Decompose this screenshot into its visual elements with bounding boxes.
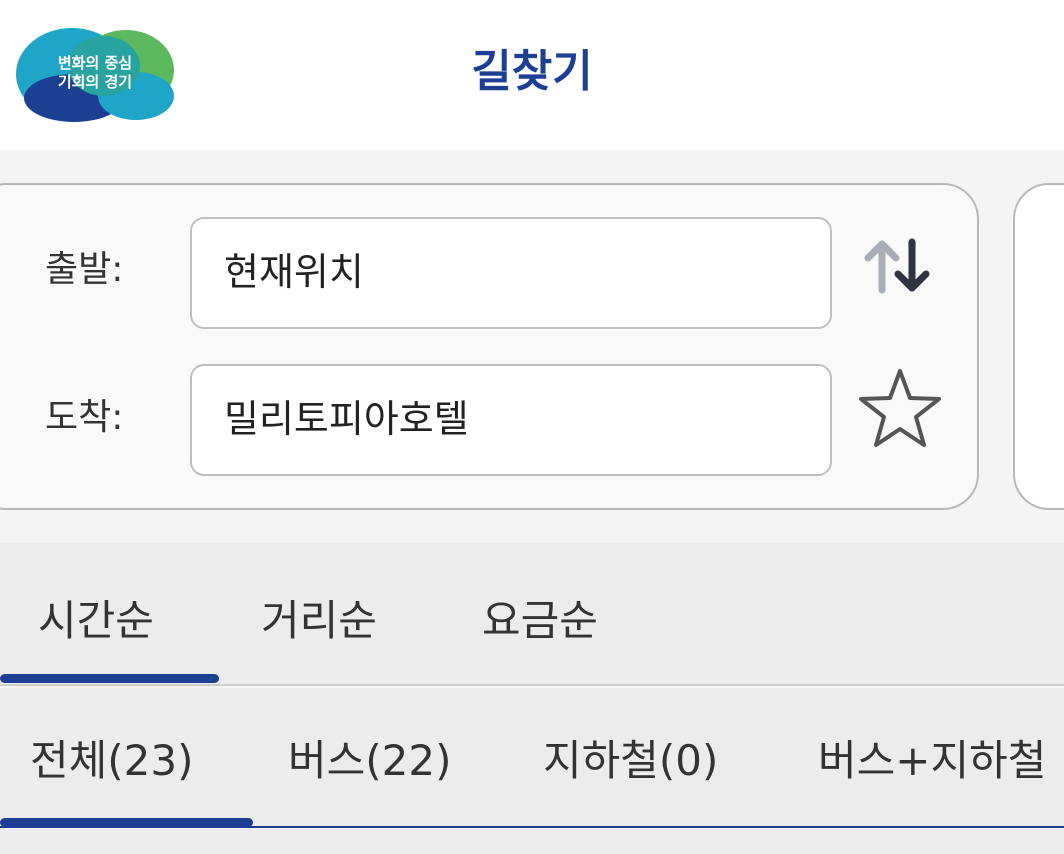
filter-tab-bus[interactable]: 버스(22) (288, 733, 452, 789)
star-outline-icon (859, 369, 941, 447)
filter-tab-all[interactable]: 전체(23) (30, 733, 194, 789)
origin-input[interactable]: 현재위치 (190, 217, 832, 329)
results-area (0, 829, 1064, 854)
swap-button[interactable] (862, 236, 934, 300)
origin-label: 출발: (45, 249, 124, 290)
filter-tab-subway[interactable]: 지하철(0) (543, 733, 718, 789)
sort-tab-fare[interactable]: 요금순 (482, 593, 598, 649)
destination-label: 도착: (45, 397, 124, 438)
sort-tab-bar: 시간순 거리순 요금순 (0, 543, 1064, 686)
sort-active-indicator (0, 674, 219, 683)
transport-filter-bar: 전체(23) 버스(22) 지하철(0) 버스+지하철 (0, 688, 1064, 828)
destination-input[interactable]: 밀리토피아호텔 (190, 364, 832, 476)
route-search-screen: 변화의 중심 기회의 경기 길찾기 출발: 현재위치 도착: 밀리토피아호텔 시… (0, 0, 1064, 854)
favorite-button[interactable] (856, 366, 944, 450)
page-title: 길찾기 (471, 46, 593, 97)
filter-tab-bus-subway[interactable]: 버스+지하철 (818, 733, 1046, 789)
next-card-peek[interactable] (1013, 183, 1064, 510)
sort-tab-distance[interactable]: 거리순 (261, 593, 377, 649)
sort-tab-time[interactable]: 시간순 (38, 593, 154, 649)
filter-active-indicator (0, 818, 253, 827)
swap-vertical-icon (864, 238, 930, 294)
app-header: 변화의 중심 기회의 경기 길찾기 (0, 0, 1064, 150)
